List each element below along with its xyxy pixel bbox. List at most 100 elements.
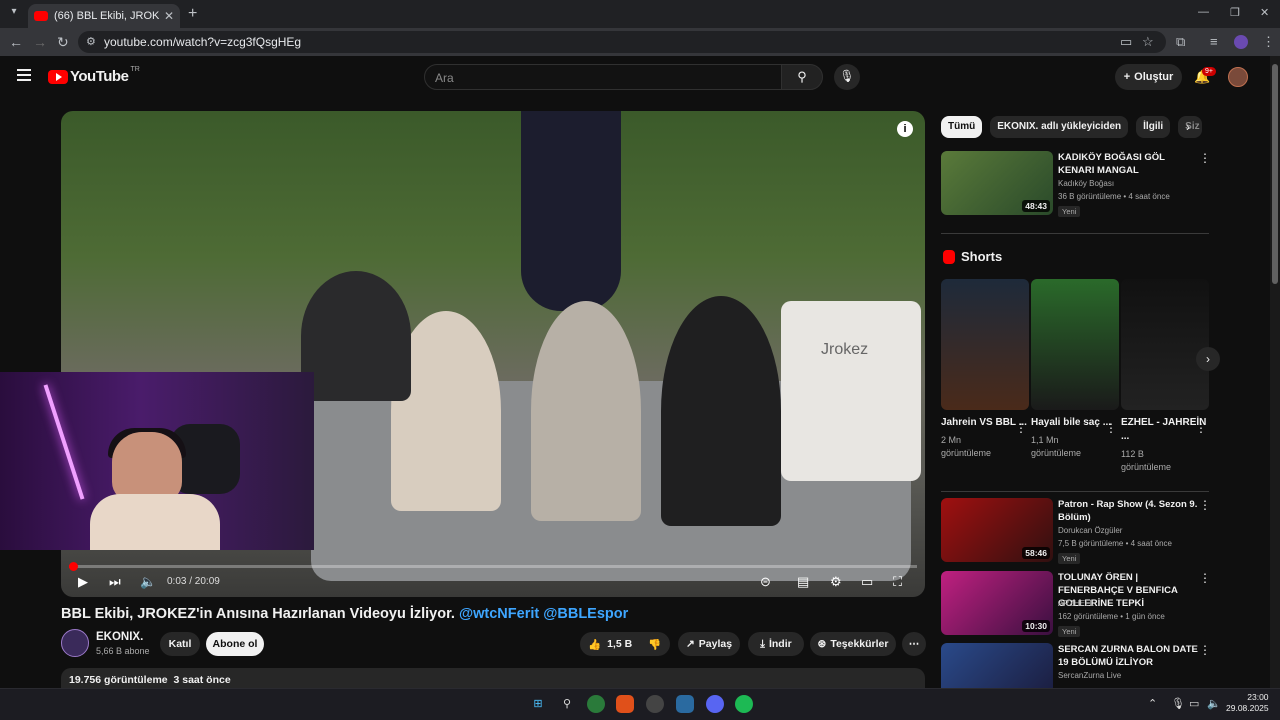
chip-from-uploader[interactable]: EKONIX. adlı yükleyiciden (990, 116, 1129, 138)
short-thumbnail[interactable] (1121, 279, 1209, 410)
play-icon[interactable]: ▶ (78, 574, 88, 590)
short-item[interactable]: Jahrein VS BBL ... 2 Mn görüntüleme ⋮ (941, 279, 1029, 460)
recommendation-channel[interactable]: ARZHELL (1058, 599, 1094, 608)
thanks-button[interactable]: ⊛ Teşekkürler (810, 632, 896, 656)
windows-taskbar (0, 688, 1280, 720)
download-button[interactable]: ⤓ İndir (748, 632, 804, 656)
autoplay-toggle-icon[interactable]: ⊝ (760, 574, 771, 590)
recommendation-thumbnail[interactable]: 48:43 (941, 151, 1053, 215)
cast-icon[interactable]: ▭ (1120, 34, 1132, 50)
close-tab-icon[interactable]: ✕ (164, 9, 174, 23)
like-icon[interactable]: 👍 (588, 638, 601, 651)
chrome-icon[interactable] (587, 695, 605, 713)
join-button[interactable]: Katıl (160, 632, 200, 656)
bookmark-star-icon[interactable]: ☆ (1142, 34, 1154, 50)
shorts-next-icon[interactable]: › (1196, 347, 1220, 371)
microphone-icon[interactable]: 🎙 (1171, 697, 1185, 710)
browser-tab[interactable]: (66) BBL Ekibi, JROKEZ'in Anısına ✕ (28, 4, 180, 28)
chrome-menu-icon[interactable]: ⋮ (1262, 34, 1275, 50)
recommendation-channel[interactable]: SercanZurna Live (1058, 671, 1121, 680)
network-icon[interactable]: ▭ (1189, 697, 1199, 710)
theater-mode-icon[interactable]: ▭ (861, 574, 873, 590)
more-vert-icon[interactable]: ⋮ (1015, 421, 1027, 435)
search-icon: ⚲ (797, 69, 807, 84)
page-scrollbar[interactable] (1270, 56, 1280, 688)
like-count[interactable]: 1,5 B (607, 638, 632, 650)
settings-icon[interactable]: ⚙ (830, 574, 842, 590)
more-vert-icon[interactable]: ⋮ (1105, 421, 1117, 435)
description-box[interactable]: 19.756 görüntüleme 3 saat önce (61, 668, 925, 690)
account-avatar[interactable] (1228, 67, 1248, 87)
recommendation-channel[interactable]: Kadıköy Boğası (1058, 179, 1114, 188)
profile-icon[interactable] (1234, 35, 1248, 49)
short-thumbnail[interactable] (1031, 279, 1119, 410)
search-input[interactable]: Ara (424, 64, 782, 90)
discord-icon[interactable] (706, 695, 724, 713)
back-icon[interactable]: ← (9, 34, 23, 50)
search-button[interactable]: ⚲ (781, 64, 823, 90)
recommendation-title[interactable]: KADIKÖY BOĞASI GÖL KENARI MANGAL (1058, 151, 1198, 177)
chip-all[interactable]: Tümü (941, 116, 983, 138)
address-bar[interactable]: ⚙ youtube.com/watch?v=zcg3fQsgHEg (78, 31, 1166, 53)
recommendation-title[interactable]: Patron - Rap Show (4. Sezon 9. Bölüm) (1058, 498, 1198, 524)
app-icon[interactable] (676, 695, 694, 713)
dislike-icon[interactable]: 👎 (648, 638, 661, 651)
voice-search-button[interactable]: 🎙 (834, 64, 860, 90)
more-vert-icon[interactable]: ⋮ (1199, 151, 1211, 165)
windows-start-icon[interactable]: ⊞ (529, 695, 547, 713)
menu-icon[interactable] (17, 69, 31, 81)
title-tags[interactable]: @wtcNFerit @BBLEspor (459, 606, 628, 622)
more-vert-icon[interactable]: ⋮ (1199, 498, 1211, 512)
more-actions-icon[interactable]: ⋯ (902, 632, 926, 656)
tab-search-icon[interactable]: ▾ (6, 6, 22, 22)
recommendation-channel[interactable]: Dorukcan Özgüler (1058, 526, 1122, 535)
share-button[interactable]: ↗ Paylaş (678, 632, 740, 656)
recommendation-item[interactable]: 48:43 KADIKÖY BOĞASI GÖL KENARI MANGAL K… (941, 151, 1211, 217)
short-item[interactable]: EZHEL - JAHREİN ... 112 Bgörüntüleme ⋮ (1121, 279, 1209, 474)
restore-icon[interactable]: ❐ (1230, 6, 1240, 19)
spotify-icon[interactable] (735, 695, 753, 713)
close-window-icon[interactable]: ✕ (1260, 6, 1269, 19)
minimize-icon[interactable]: — (1198, 6, 1209, 18)
create-button[interactable]: + Oluştur (1115, 64, 1182, 90)
more-vert-icon[interactable]: ⋮ (1199, 571, 1211, 585)
speaker-icon[interactable]: 🔈 (1207, 697, 1221, 710)
recommendation-thumbnail[interactable]: 58:46 (941, 498, 1053, 562)
recommendation-thumbnail[interactable]: 10:30 (941, 571, 1053, 635)
channel-name[interactable]: EKONIX. (96, 631, 143, 643)
recommendation-item[interactable]: 58:46 Patron - Rap Show (4. Sezon 9. Böl… (941, 498, 1211, 564)
recommendation-item[interactable]: 10:30 TOLUNAY ÖREN | FENERBAHÇE V BENFIC… (941, 571, 1211, 637)
info-icon[interactable]: i (897, 121, 913, 137)
short-item[interactable]: Hayali bile saç ... 1,1 Mn görüntüleme ⋮ (1031, 279, 1119, 460)
site-info-icon[interactable]: ⚙ (86, 35, 96, 48)
recommendation-title[interactable]: SERCAN ZURNA BALON DATE 19 BÖLÜMÜ İZLİYO… (1058, 643, 1198, 669)
more-vert-icon[interactable]: ⋮ (1199, 643, 1211, 657)
progress-bar[interactable] (69, 562, 917, 571)
reload-icon[interactable]: ↻ (57, 34, 69, 51)
forward-icon[interactable]: → (33, 34, 47, 50)
recommendation-thumbnail[interactable] (941, 643, 1053, 688)
fullscreen-icon[interactable]: ⛶ (893, 574, 902, 590)
more-vert-icon[interactable]: ⋮ (1195, 421, 1207, 435)
media-control-icon[interactable]: ≡ (1210, 34, 1218, 49)
youtube-logo[interactable]: YouTube TR (48, 66, 140, 85)
recommendation-item[interactable]: SERCAN ZURNA BALON DATE 19 BÖLÜMÜ İZLİYO… (941, 643, 1211, 688)
scrollbar-thumb[interactable] (1272, 64, 1278, 284)
subscribe-button[interactable]: Abone ol (206, 632, 264, 656)
chrome-active-icon[interactable] (646, 695, 664, 713)
chip-related[interactable]: İlgili (1136, 116, 1171, 138)
search-icon[interactable]: ⚲ (558, 695, 576, 713)
system-clock[interactable]: 23:00 29.08.2025 (1226, 692, 1269, 714)
brave-icon[interactable] (616, 695, 634, 713)
next-icon[interactable]: ⏭ (109, 574, 121, 590)
subtitles-icon[interactable]: ▤ (797, 574, 809, 590)
chip-you[interactable]: Siz (1178, 116, 1203, 138)
extensions-icon[interactable]: ⧉ (1176, 34, 1185, 50)
chevron-up-icon[interactable]: ⌃ (1148, 697, 1157, 710)
short-thumbnail[interactable] (941, 279, 1029, 410)
new-tab-icon[interactable]: + (188, 5, 197, 23)
channel-avatar[interactable] (61, 629, 89, 657)
scrubber-handle[interactable] (69, 562, 78, 571)
chevron-right-icon[interactable]: › (1186, 120, 1190, 134)
volume-icon[interactable]: 🔈 (140, 574, 156, 590)
